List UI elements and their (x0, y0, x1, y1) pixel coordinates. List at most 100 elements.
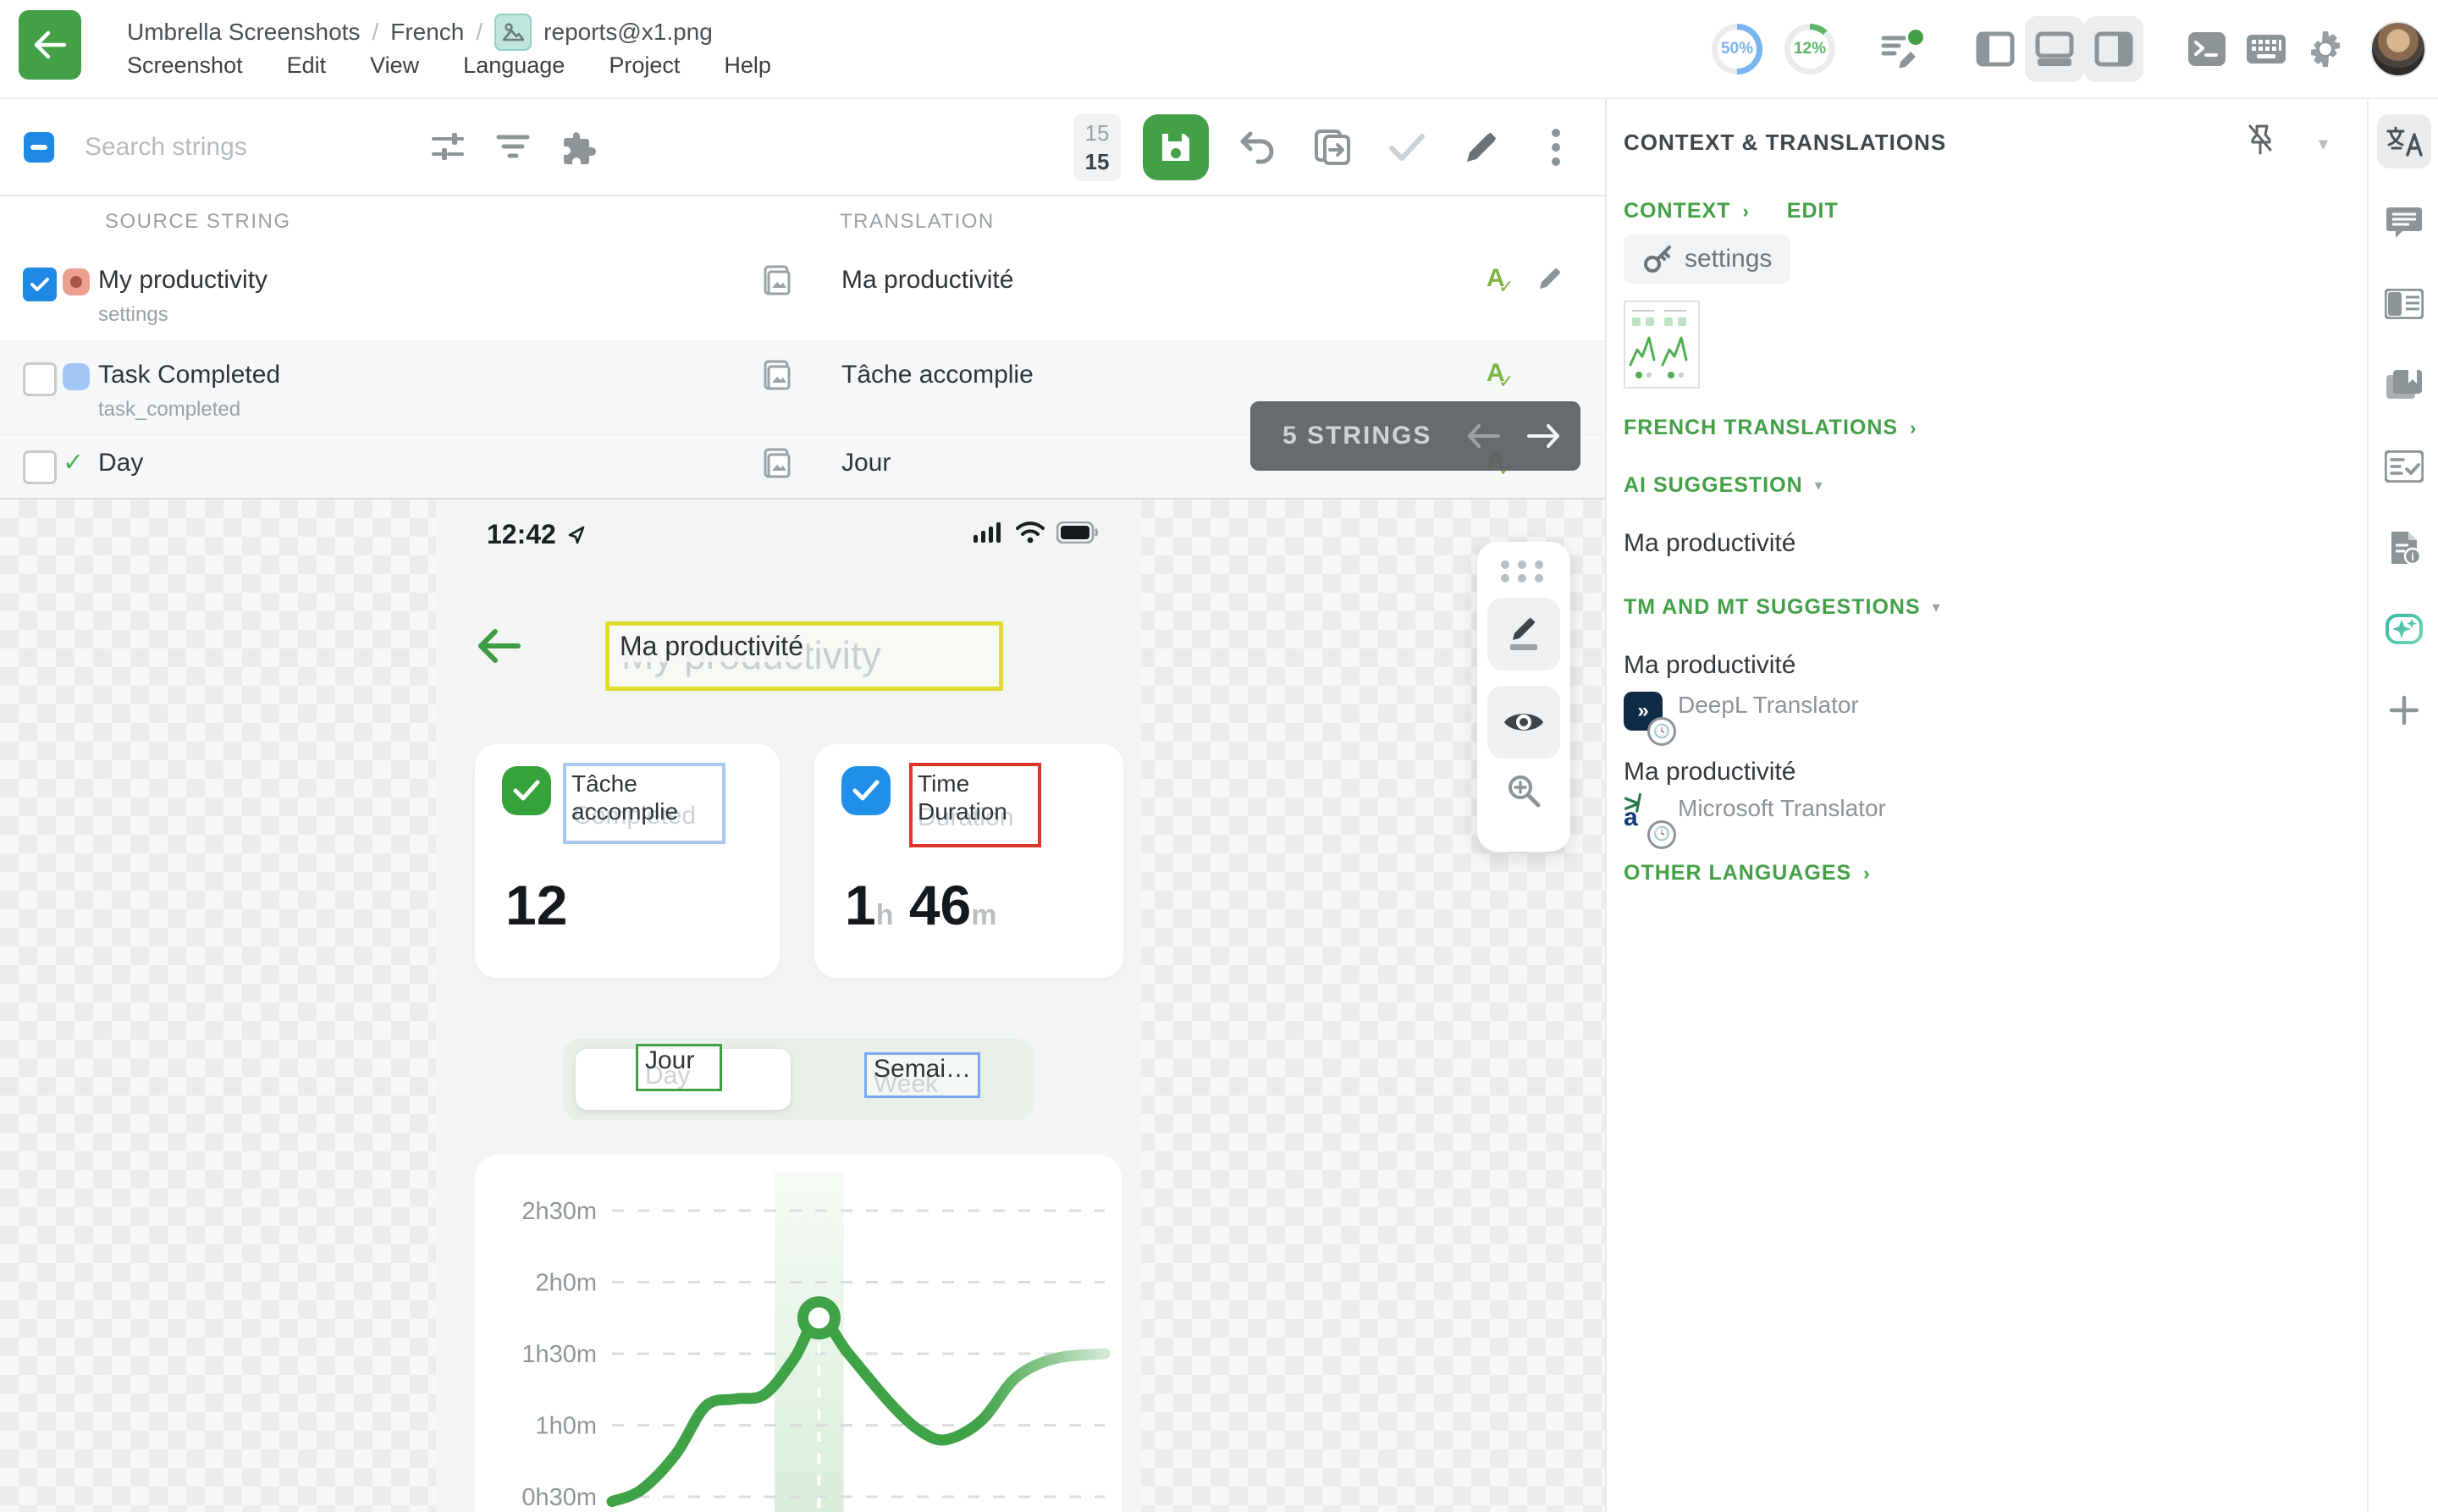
autotranslated-icon: A✓ (1487, 264, 1505, 293)
table-row[interactable]: My productivity settings Ma productivité… (0, 247, 1605, 342)
table-header: SOURCE STRING TRANSLATION (0, 195, 1605, 249)
edit-row-icon[interactable] (1537, 266, 1563, 291)
autotranslated-icon: A✓ (1487, 359, 1505, 388)
screenshot-indicator-icon[interactable] (760, 264, 794, 298)
screenshot-thumbnail[interactable] (1624, 301, 1700, 389)
section-ai-suggestion[interactable]: AI SUGGESTION ▾ (1624, 473, 1823, 498)
translated-progress-ring[interactable]: 50% (1712, 24, 1762, 74)
status-untranslated-icon (63, 268, 90, 295)
toggle-left-panel-button[interactable] (1966, 16, 2025, 82)
plugins-button[interactable] (555, 124, 603, 171)
screenshot-canvas[interactable]: 12:42 My productivity Ma productivité (0, 498, 1605, 1512)
highlight-box-week-tab[interactable]: Week Semai… (864, 1052, 980, 1098)
translated-tab-text: Jour (638, 1045, 701, 1076)
breadcrumb-project[interactable]: Umbrella Screenshots (127, 19, 360, 46)
row-checkbox[interactable] (23, 450, 57, 484)
save-button[interactable] (1143, 114, 1209, 180)
shortcuts-button[interactable] (2237, 16, 2296, 82)
highlight-box-day-tab[interactable]: Day Jour (636, 1044, 722, 1091)
count-total: 15 (1085, 147, 1110, 176)
edit-translation-button[interactable] (1456, 122, 1507, 173)
preview-tool-button[interactable] (1487, 686, 1560, 759)
string-key-tag[interactable]: settings (1624, 235, 1790, 284)
toggle-right-panel-button[interactable] (2084, 16, 2143, 82)
tab-string-info[interactable]: i (2377, 521, 2431, 575)
tab-comments[interactable] (2377, 196, 2431, 250)
drag-handle[interactable] (1501, 560, 1547, 582)
section-other-languages[interactable]: OTHER LANGUAGES › (1624, 861, 1871, 886)
approved-progress-ring[interactable]: 12% (1784, 24, 1835, 74)
tm-suggestion-text[interactable]: Ma productivité (1624, 758, 1795, 786)
menu-language[interactable]: Language (463, 52, 565, 79)
breadcrumb-language[interactable]: French (390, 19, 464, 46)
menu-screenshot[interactable]: Screenshot (127, 52, 243, 79)
clock-label: 12:42 (487, 519, 556, 550)
menu-view[interactable]: View (370, 52, 419, 79)
more-actions-button[interactable] (1531, 122, 1581, 173)
settings-button[interactable] (2296, 16, 2355, 82)
row-checkbox[interactable] (23, 362, 57, 396)
unpin-icon[interactable] (2245, 123, 2275, 157)
section-french-translations[interactable]: FRENCH TRANSLATIONS › (1624, 416, 1917, 440)
undo-button[interactable] (1233, 122, 1283, 173)
tab-ai-assistant[interactable] (2377, 602, 2431, 656)
copy-source-button[interactable] (1307, 122, 1358, 173)
next-string-button[interactable] (1526, 423, 1560, 449)
eye-icon (1503, 708, 1545, 737)
menu-project[interactable]: Project (609, 52, 680, 79)
tab-glossary[interactable] (2377, 277, 2431, 331)
translation-text[interactable]: Jour (841, 449, 891, 477)
select-all-checkbox[interactable] (24, 132, 54, 163)
translated-tab-text: Semai… (867, 1053, 978, 1084)
translation-text[interactable]: Ma productivité (841, 266, 1013, 295)
tab-qa-checks[interactable] (2377, 439, 2431, 494)
string-counts: 15 15 (1073, 113, 1121, 181)
phone-screenshot[interactable]: 12:42 My productivity Ma productivité (436, 499, 1141, 1512)
highlight-box-task-label[interactable]: Completed Tâche accomplie (563, 763, 725, 844)
source-string[interactable]: Task Completed (98, 361, 280, 389)
line-chart: 2h30m2h0m1h30m1h0m0h30m (475, 1155, 1122, 1512)
ai-suggestion-text[interactable]: Ma productivité (1624, 529, 1795, 558)
translated-label-text: Tâche accomplie (571, 770, 678, 825)
back-button[interactable] (19, 10, 81, 80)
toggle-bottom-panel-button[interactable] (2025, 16, 2084, 82)
breadcrumb-file[interactable]: reports@x1.png (543, 19, 713, 46)
edit-context-link[interactable]: EDIT (1787, 199, 1839, 223)
history-clock-icon: 🕓 (1647, 820, 1676, 849)
add-panel-button[interactable] (2377, 683, 2431, 737)
screenshot-indicator-icon[interactable] (760, 359, 794, 393)
tm-suggestion-text[interactable]: Ma productivité (1624, 651, 1795, 680)
menu-edit[interactable]: Edit (287, 52, 327, 79)
row-checkbox[interactable] (23, 268, 57, 301)
filter-button[interactable] (489, 124, 537, 171)
console-button[interactable] (2177, 16, 2237, 82)
comment-icon (2386, 206, 2423, 240)
duration-value: 1h 46m (845, 873, 997, 937)
draw-tool-button[interactable] (1487, 598, 1560, 670)
wifi-icon (1016, 521, 1045, 544)
suggestion-provider: »🕓 DeepL Translator (1624, 692, 1859, 731)
menu-help[interactable]: Help (724, 52, 771, 79)
activity-log-button[interactable] (1873, 16, 1932, 82)
source-string[interactable]: My productivity (98, 266, 268, 295)
context-link[interactable]: CONTEXT (1624, 199, 1730, 223)
highlight-box-title[interactable]: My productivity Ma productivité (605, 621, 1003, 691)
blue-check-icon (841, 766, 891, 815)
main-area: Search strings 15 15 (0, 99, 2438, 1512)
screenshot-indicator-icon[interactable] (760, 447, 794, 481)
user-avatar[interactable] (2370, 21, 2426, 77)
tab-translation-memory[interactable] (2377, 358, 2431, 412)
zoom-in-button[interactable] (1505, 772, 1542, 809)
section-tm-mt-suggestions[interactable]: TM AND MT SUGGESTIONS ▾ (1624, 595, 1941, 620)
translation-text[interactable]: Tâche accomplie (841, 361, 1034, 389)
source-string[interactable]: Day (98, 449, 143, 477)
search-input[interactable]: Search strings (85, 133, 423, 162)
approve-button[interactable] (1382, 122, 1432, 173)
tab-translations[interactable] (2377, 114, 2431, 168)
advanced-filter-button[interactable] (423, 124, 471, 171)
chevron-right-icon: › (1910, 417, 1917, 439)
collapse-panel-icon[interactable]: ▾ (2319, 133, 2328, 155)
section-label: TM AND MT SUGGESTIONS (1624, 595, 1921, 620)
highlight-box-duration-label[interactable]: Duration Time Duration (909, 763, 1041, 847)
prev-string-button[interactable] (1467, 423, 1501, 449)
